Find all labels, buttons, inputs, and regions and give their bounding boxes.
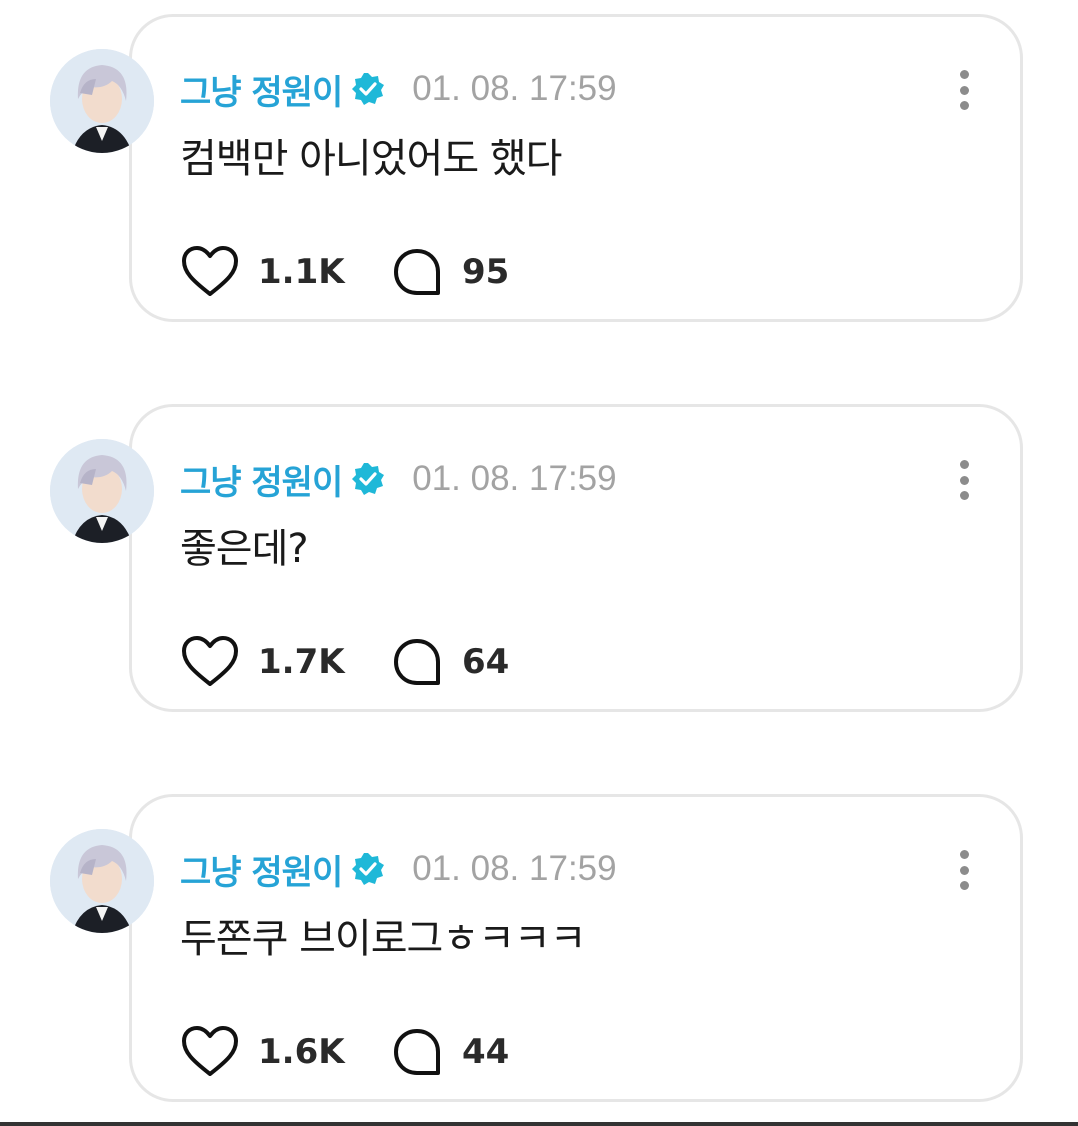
author-name[interactable]: 그냥 정원이 <box>180 845 343 894</box>
post-text: 두쫀쿠 브이로그ㅎㅋㅋㅋ <box>180 916 587 962</box>
bottom-divider <box>0 1122 1078 1126</box>
timestamp: 01. 08. 17:59 <box>412 69 617 108</box>
speech-bubble-icon <box>394 1029 440 1075</box>
speech-bubble-icon <box>394 639 440 685</box>
avatar-image <box>50 49 154 153</box>
author-row: 그냥 정원이 01. 08. 17:59 <box>180 844 617 894</box>
author-name[interactable]: 그냥 정원이 <box>180 455 343 504</box>
heart-icon <box>182 636 238 686</box>
like-count: 1.6K <box>258 1032 345 1072</box>
comment-button[interactable]: 44 <box>390 1025 509 1079</box>
more-options-button[interactable] <box>947 456 981 504</box>
post-2: 그냥 정원이 01. 08. 17:59 좋은데? 1.7K 64 <box>0 404 1078 722</box>
timestamp: 01. 08. 17:59 <box>412 459 617 498</box>
post-text: 좋은데? <box>180 526 309 572</box>
avatar-image <box>50 829 154 933</box>
more-options-button[interactable] <box>947 66 981 114</box>
comment-button[interactable]: 95 <box>390 245 509 299</box>
avatar[interactable] <box>50 829 154 933</box>
action-bar: 1.6K 44 <box>180 1020 509 1084</box>
menu-dot <box>959 85 969 95</box>
post-3: 그냥 정원이 01. 08. 17:59 두쫀쿠 브이로그ㅎㅋㅋㅋ 1.6K 4… <box>0 794 1078 1112</box>
like-button[interactable]: 1.7K <box>180 634 390 690</box>
avatar[interactable] <box>50 49 154 153</box>
menu-dot <box>959 70 969 79</box>
menu-dot <box>959 865 969 875</box>
menu-dot <box>959 460 969 469</box>
like-button[interactable]: 1.6K <box>180 1024 390 1080</box>
speech-bubble-icon <box>394 249 440 295</box>
post-text: 컴백만 아니었어도 했다 <box>180 136 562 182</box>
more-options-button[interactable] <box>947 846 981 894</box>
menu-dot <box>959 881 969 890</box>
like-count: 1.1K <box>258 252 345 292</box>
verified-badge-icon <box>350 461 386 497</box>
menu-dot <box>959 491 969 500</box>
like-count: 1.7K <box>258 642 345 682</box>
menu-dot <box>959 850 969 859</box>
menu-dot <box>959 101 969 110</box>
verified-badge-icon <box>350 71 386 107</box>
avatar-image <box>50 439 154 543</box>
author-name[interactable]: 그냥 정원이 <box>180 65 343 114</box>
like-button[interactable]: 1.1K <box>180 244 390 300</box>
comment-count: 64 <box>462 642 510 682</box>
action-bar: 1.7K 64 <box>180 630 509 694</box>
author-row: 그냥 정원이 01. 08. 17:59 <box>180 454 617 504</box>
post-1: 그냥 정원이 01. 08. 17:59 컴백만 아니었어도 했다 1.1K 9… <box>0 14 1078 332</box>
heart-icon <box>182 1026 238 1076</box>
timestamp: 01. 08. 17:59 <box>412 849 617 888</box>
comment-count: 44 <box>462 1032 510 1072</box>
menu-dot <box>959 475 969 485</box>
author-row: 그냥 정원이 01. 08. 17:59 <box>180 64 617 114</box>
action-bar: 1.1K 95 <box>180 240 509 304</box>
avatar[interactable] <box>50 439 154 543</box>
heart-icon <box>182 246 238 296</box>
verified-badge-icon <box>350 851 386 887</box>
comment-count: 95 <box>462 252 510 292</box>
comment-button[interactable]: 64 <box>390 635 509 689</box>
